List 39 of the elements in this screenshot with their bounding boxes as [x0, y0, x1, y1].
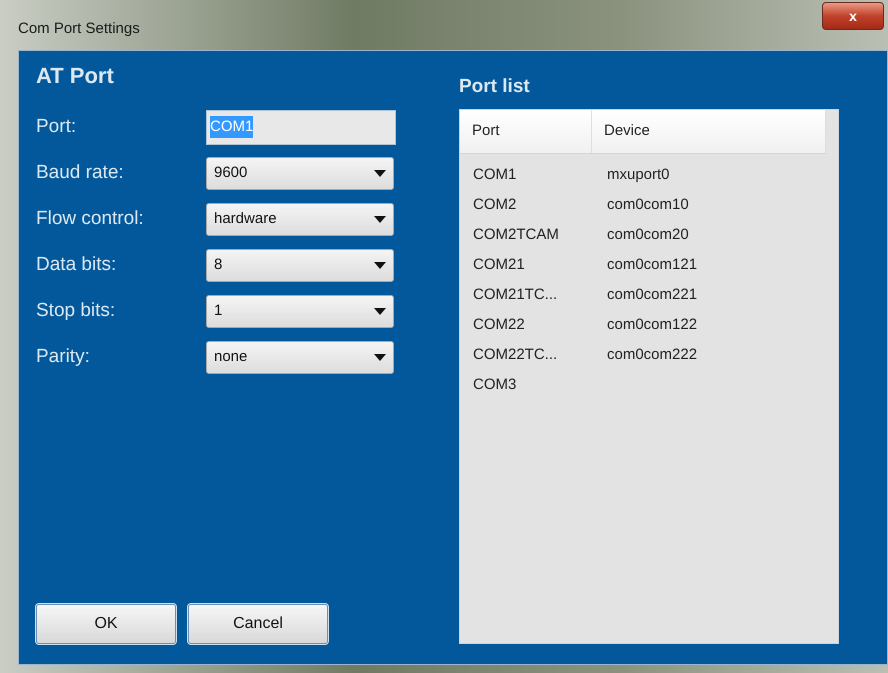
caret-icon	[374, 170, 386, 176]
table-cell-text: com0com221	[606, 284, 698, 305]
table-cell-text: COM1	[472, 164, 518, 185]
table-cell-text: COM2TCAM	[472, 224, 560, 245]
dropdown[interactable]: 1	[206, 294, 394, 328]
field-label: Parity:	[36, 344, 91, 369]
field-label: Data bits:	[36, 252, 118, 277]
field-label: Stop bits:	[36, 298, 116, 323]
section-title: Port list	[459, 75, 531, 99]
caret-icon	[374, 216, 386, 222]
caret-icon	[374, 308, 386, 314]
dialog-button[interactable]: OK	[36, 604, 176, 644]
dropdown[interactable]: 8	[206, 248, 394, 282]
table-cell-text: COM21	[472, 254, 526, 275]
dialog-button[interactable]: Cancel	[188, 604, 328, 644]
table-cell-text: com0com222	[606, 344, 698, 365]
window-title: Com Port Settings	[18, 19, 140, 39]
caret-icon	[374, 354, 386, 360]
field-label: Baud rate:	[36, 160, 125, 185]
caret-icon	[374, 262, 386, 268]
table-cell-text: com0com121	[606, 254, 698, 275]
field-label: Port:	[36, 114, 78, 139]
close-button[interactable]: x	[822, 2, 884, 30]
section-title: AT Port	[36, 62, 115, 90]
field-label: Flow control:	[36, 206, 145, 231]
table-cell-text: com0com122	[606, 314, 698, 335]
table-cell-text: com0com10	[606, 194, 689, 215]
table-cell-text: com0com20	[606, 224, 689, 245]
dropdown[interactable]: hardware	[206, 202, 394, 236]
table-cell-text: COM22TC...	[472, 344, 558, 365]
table-cell-text: COM21TC...	[472, 284, 558, 305]
table-cell-text: COM22	[472, 314, 526, 335]
table-cell-text: COM2	[472, 194, 518, 215]
column-header[interactable]: Device	[592, 110, 826, 153]
dropdown[interactable]: 9600	[206, 156, 394, 190]
table-cell-text: COM3	[472, 374, 518, 395]
table-cell-text: mxuport0	[606, 164, 670, 185]
dropdown[interactable]: none	[206, 340, 394, 374]
column-header[interactable]: Port	[460, 110, 592, 153]
